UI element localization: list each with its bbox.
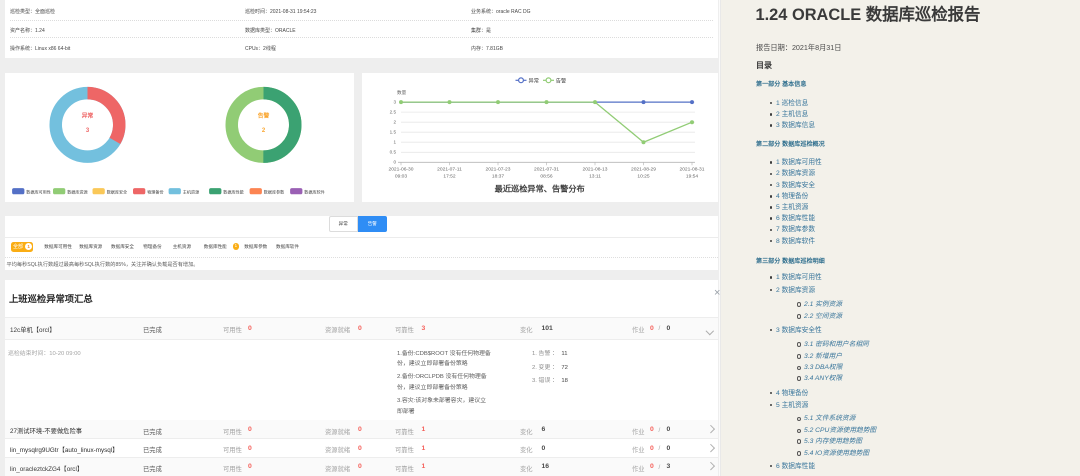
svg-text:异常: 异常 — [529, 77, 539, 85]
svg-text:0: 0 — [393, 160, 396, 165]
svg-text:1.5: 1.5 — [390, 130, 397, 135]
svg-text:数据库性能: 数据库性能 — [223, 188, 243, 194]
svg-text:2021-07-31: 2021-07-31 — [534, 167, 559, 173]
svg-text:数据库安全: 数据库安全 — [107, 188, 127, 194]
svg-text:08:56: 08:56 — [540, 173, 553, 179]
svg-text:告警: 告警 — [556, 77, 566, 85]
svg-text:1: 1 — [393, 140, 396, 145]
svg-text:2021-08-29: 2021-08-29 — [631, 167, 656, 173]
svg-text:19:54: 19:54 — [686, 173, 699, 179]
svg-text:13:11: 13:11 — [589, 173, 601, 179]
svg-text:18:37: 18:37 — [492, 173, 505, 179]
svg-text:数据库可用性: 数据库可用性 — [26, 188, 51, 194]
svg-text:2.5: 2.5 — [390, 110, 397, 115]
svg-text:2021-06-30: 2021-06-30 — [388, 167, 413, 173]
svg-text:2: 2 — [393, 120, 396, 125]
svg-text:3: 3 — [393, 100, 396, 105]
svg-text:数量: 数量 — [397, 89, 407, 96]
svg-text:2021-08-31: 2021-08-31 — [679, 167, 704, 173]
svg-text:异常: 异常 — [82, 111, 94, 119]
svg-text:2: 2 — [262, 128, 266, 134]
svg-text:数据库软件: 数据库软件 — [304, 188, 324, 194]
svg-text:主机资源: 主机资源 — [183, 188, 199, 194]
svg-text:2021-08-13: 2021-08-13 — [582, 167, 607, 173]
svg-text:09:03: 09:03 — [395, 173, 408, 179]
svg-text:最近巡检异常、告警分布: 最近巡检异常、告警分布 — [495, 184, 585, 194]
svg-text:2021-07-23: 2021-07-23 — [485, 167, 510, 173]
svg-text:17:52: 17:52 — [443, 173, 456, 179]
svg-text:3: 3 — [86, 128, 90, 134]
svg-text:10:25: 10:25 — [637, 173, 650, 179]
svg-text:数据库参数: 数据库参数 — [264, 188, 284, 194]
svg-text:2021-07-11: 2021-07-11 — [437, 167, 462, 173]
svg-text:0.5: 0.5 — [390, 150, 397, 155]
svg-text:告警: 告警 — [258, 111, 270, 119]
svg-text:物理备份: 物理备份 — [147, 188, 163, 194]
svg-text:数据库资源: 数据库资源 — [67, 188, 87, 194]
